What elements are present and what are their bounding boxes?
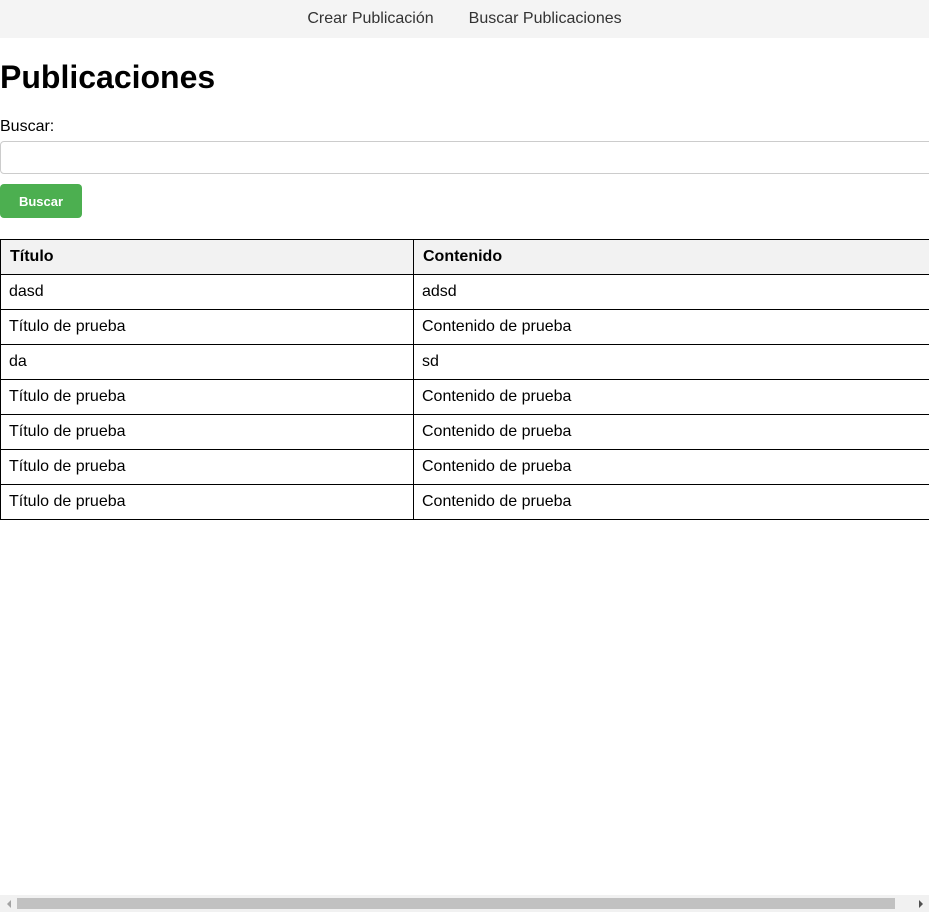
posts-table: Título Contenido dasd adsd Título de pru… xyxy=(0,239,929,520)
cell-contenido: sd xyxy=(413,344,929,380)
table-row: Título de prueba Contenido de prueba xyxy=(0,379,929,415)
search-input[interactable] xyxy=(0,141,929,174)
cell-titulo: Título de prueba xyxy=(0,449,414,485)
cell-titulo: dasd xyxy=(0,274,414,310)
table-row: dasd adsd xyxy=(0,274,929,310)
search-label: Buscar: xyxy=(0,118,55,135)
cell-contenido: Contenido de prueba xyxy=(413,414,929,450)
cell-titulo: Título de prueba xyxy=(0,414,414,450)
table-row: Título de prueba Contenido de prueba xyxy=(0,414,929,450)
horizontal-scrollbar[interactable] xyxy=(0,895,929,912)
cell-titulo: Título de prueba xyxy=(0,379,414,415)
table-row: da sd xyxy=(0,344,929,380)
nav-link-buscar-publicaciones[interactable]: Buscar Publicaciones xyxy=(469,10,622,28)
table-row: Título de prueba Contenido de prueba xyxy=(0,449,929,485)
cell-contenido: Contenido de prueba xyxy=(413,379,929,415)
cell-titulo: Título de prueba xyxy=(0,484,414,520)
cell-contenido: Contenido de prueba xyxy=(413,309,929,345)
table-header-row: Título Contenido xyxy=(0,239,929,275)
table-row: Título de prueba Contenido de prueba xyxy=(0,309,929,345)
column-header-titulo: Título xyxy=(0,239,414,275)
cell-contenido: Contenido de prueba xyxy=(413,484,929,520)
scrollbar-thumb[interactable] xyxy=(17,898,895,909)
scroll-left-button[interactable] xyxy=(0,895,17,912)
nav-link-crear-publicacion[interactable]: Crear Publicación xyxy=(307,10,433,28)
cell-titulo: da xyxy=(0,344,414,380)
cell-titulo: Título de prueba xyxy=(0,309,414,345)
top-nav: Crear Publicación Buscar Publicaciones xyxy=(0,0,929,38)
table-row: Título de prueba Contenido de prueba xyxy=(0,484,929,520)
cell-contenido: adsd xyxy=(413,274,929,310)
chevron-left-icon xyxy=(6,899,11,908)
search-button[interactable]: Buscar xyxy=(0,184,82,218)
page-title: Publicaciones xyxy=(0,59,216,95)
cell-contenido: Contenido de prueba xyxy=(413,449,929,485)
chevron-right-icon xyxy=(918,899,923,908)
posts-table-wrapper: Título Contenido dasd adsd Título de pru… xyxy=(0,239,929,520)
column-header-contenido: Contenido xyxy=(413,239,929,275)
scroll-right-button[interactable] xyxy=(912,895,929,912)
page: Crear Publicación Buscar Publicaciones P… xyxy=(0,0,929,912)
